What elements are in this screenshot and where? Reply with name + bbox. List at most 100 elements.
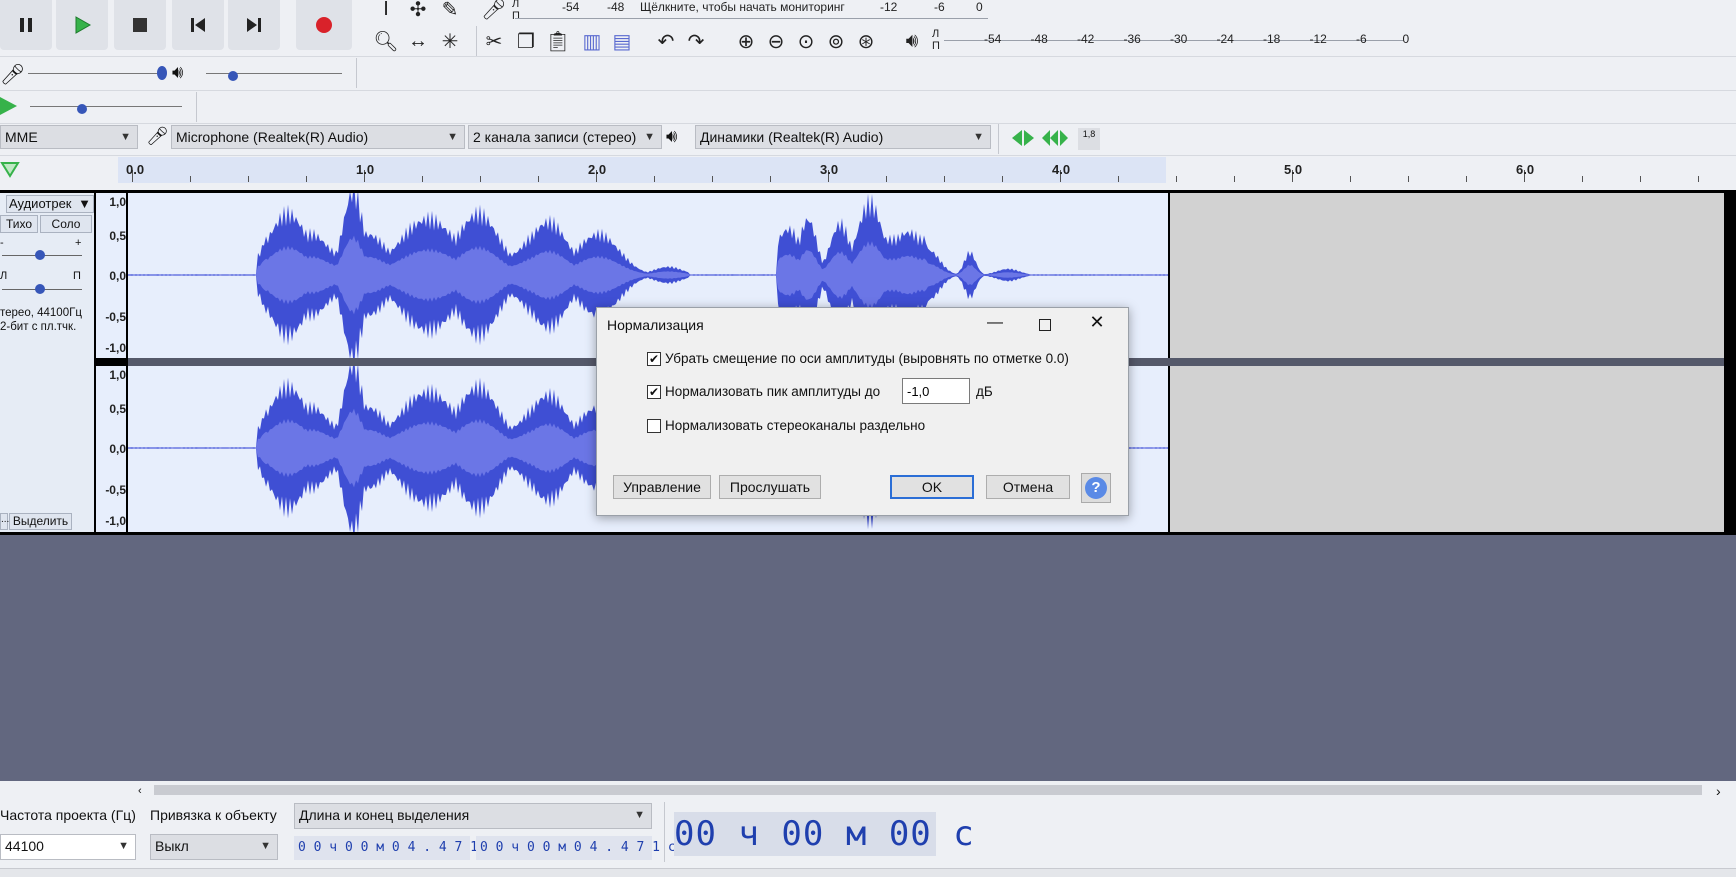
horizontal-scrollbar[interactable]: ‹ › xyxy=(0,781,1736,799)
multi-tool-button[interactable]: ✳ xyxy=(436,26,464,56)
play-button[interactable] xyxy=(56,0,108,50)
play-at-speed-button[interactable] xyxy=(0,96,18,119)
playback-volume-thumb[interactable] xyxy=(228,71,238,81)
skip-to-start-button[interactable] xyxy=(172,0,224,50)
audio-position-time[interactable]: 00 ч 00 м 00 с xyxy=(674,812,974,856)
collapse-button[interactable]: ... xyxy=(0,513,9,530)
playback-device-value: Динамики (Realtek(R) Audio) xyxy=(700,129,884,145)
selection-tool-button[interactable]: I xyxy=(372,0,400,24)
select-track-button[interactable]: Выделить xyxy=(9,513,72,530)
double-arrow-icon: ↔ xyxy=(408,29,428,52)
normalize-dialog: Нормализация — ✕ ✔ Убрать смещение по ос… xyxy=(596,307,1129,516)
record-volume-slider[interactable] xyxy=(28,73,164,74)
amplitude-scale-right: 1,0 0,5 0,0 -0,5 -1,0 xyxy=(96,366,126,532)
stop-button[interactable] xyxy=(114,0,166,50)
project-rate-select[interactable]: 44100 ▼ xyxy=(0,834,136,860)
playback-volume-slider[interactable] xyxy=(206,73,342,74)
ruler-label: 6.0 xyxy=(1516,162,1535,177)
cut-button[interactable]: ✂ xyxy=(480,26,508,56)
remove-dc-checkbox[interactable]: ✔ xyxy=(647,352,661,366)
solo-label: Соло xyxy=(51,217,81,231)
paste-button[interactable]: 📋︎ xyxy=(544,26,572,56)
y-label: 0,0 xyxy=(109,442,126,456)
close-button[interactable]: ✕ xyxy=(1085,312,1109,334)
ruler-tick xyxy=(1640,176,1641,182)
fit-selection-button[interactable]: ⊙ xyxy=(792,26,820,56)
ruler-label: 1.0 xyxy=(356,162,375,177)
timeshift-tool-button[interactable]: ↔ xyxy=(404,26,432,56)
maximize-button[interactable] xyxy=(1033,314,1057,334)
chevron-down-icon: ▼ xyxy=(634,809,645,821)
solo-button[interactable]: Соло xyxy=(40,215,92,233)
zoom-toggle-button[interactable]: ⊛ xyxy=(852,26,880,56)
recording-device-select[interactable]: Microphone (Realtek(R) Audio) ▼ xyxy=(171,125,465,149)
pause-button[interactable] xyxy=(0,0,52,50)
scroll-left-icon[interactable]: ‹ xyxy=(138,785,142,797)
chevron-down-icon: ▼ xyxy=(644,131,655,143)
record-volume-thumb[interactable] xyxy=(157,66,167,80)
selection-start-time[interactable]: 0 0 ч 0 0 м 0 4 . 4 7 1 с xyxy=(294,836,494,860)
play-icon xyxy=(0,97,17,115)
chevron-down-icon: ▼ xyxy=(973,131,984,143)
play-at-speed-once-button[interactable] xyxy=(1012,128,1072,151)
pan-slider-thumb[interactable] xyxy=(35,284,45,294)
silence-button[interactable]: ▤ xyxy=(608,26,636,56)
mute-button[interactable]: Тихо xyxy=(0,215,38,233)
microphone-icon: 🎤︎ xyxy=(481,0,507,21)
skip-to-end-button[interactable] xyxy=(228,0,280,50)
record-button[interactable] xyxy=(296,0,352,50)
draw-tool-button[interactable]: ✎ xyxy=(436,0,464,24)
cancel-button[interactable]: Отмена xyxy=(986,475,1070,499)
maximize-icon xyxy=(1039,319,1051,331)
fit-project-button[interactable]: ⊚ xyxy=(822,26,850,56)
selection-end-time[interactable]: 0 0 ч 0 0 м 0 4 . 4 7 1 с xyxy=(476,836,676,860)
play-speed-slider[interactable] xyxy=(30,106,182,107)
y-label: 0,0 xyxy=(109,269,126,283)
audio-host-select[interactable]: MME ▼ xyxy=(0,125,138,149)
pan-left-label: Л xyxy=(0,270,8,282)
preview-button[interactable]: Прослушать xyxy=(719,475,821,499)
track-menu-button[interactable]: Аудиотрек ▼ xyxy=(6,195,94,213)
speed-display[interactable]: 1,8 xyxy=(1078,128,1100,150)
recording-channels-select[interactable]: 2 канала записи (стерео) ▼ xyxy=(468,125,662,149)
playback-meter-button[interactable]: 🔊︎ xyxy=(898,26,926,56)
project-rate-value: 44100 xyxy=(5,838,44,854)
ruler-tick xyxy=(1698,176,1699,182)
play-speed-thumb[interactable] xyxy=(77,104,87,114)
scrollbar-thumb[interactable] xyxy=(154,785,1702,795)
stereo-independent-checkbox[interactable] xyxy=(647,419,661,433)
y-label: 0,5 xyxy=(109,402,126,416)
manage-button[interactable]: Управление xyxy=(613,475,711,499)
scroll-right-icon[interactable]: › xyxy=(1716,783,1721,799)
zoom-tool-button[interactable]: 🔍︎ xyxy=(372,26,400,56)
zoom-out-button[interactable]: ⊖ xyxy=(762,26,790,56)
manage-label: Управление xyxy=(623,479,701,495)
envelope-tool-button[interactable]: ✣ xyxy=(404,0,432,24)
peak-amplitude-input[interactable] xyxy=(902,378,970,404)
gain-slider-thumb[interactable] xyxy=(35,250,45,260)
ok-button[interactable]: OK xyxy=(890,475,974,499)
zoom-in-button[interactable]: ⊕ xyxy=(732,26,760,56)
hours-value: 00 xyxy=(674,814,717,854)
record-meter-bar[interactable] xyxy=(515,18,988,19)
snap-to-select[interactable]: Выкл ▼ xyxy=(150,834,278,860)
preview-label: Прослушать xyxy=(729,479,811,495)
minimize-button[interactable]: — xyxy=(983,314,1007,334)
normalize-peak-checkbox[interactable]: ✔ xyxy=(647,385,661,399)
mute-label: Тихо xyxy=(5,217,33,231)
undo-button[interactable]: ↶ xyxy=(652,26,680,56)
record-meter-hint[interactable]: Щёлкните, чтобы начать мониторинг xyxy=(640,0,845,14)
chevron-down-icon: ▼ xyxy=(120,131,131,143)
playback-device-select[interactable]: Динамики (Realtek(R) Audio) ▼ xyxy=(695,125,991,149)
ruler-tick xyxy=(770,176,771,182)
redo-button[interactable]: ↷ xyxy=(682,26,710,56)
track-sample-format-info: 2-бит с пл.тчк. xyxy=(0,321,77,333)
stereo-independent-label: Нормализовать стереоканалы раздельно xyxy=(665,418,926,433)
trim-button[interactable]: ▥ xyxy=(578,26,606,56)
record-meter-button[interactable]: 🎤︎ xyxy=(480,0,508,24)
undo-icon: ↶ xyxy=(657,30,675,53)
copy-button[interactable]: ❐ xyxy=(512,26,540,56)
help-button[interactable]: ? xyxy=(1081,473,1111,503)
selection-mode-select[interactable]: Длина и конец выделения ▼ xyxy=(294,803,652,829)
timeline-options-button[interactable] xyxy=(0,160,20,181)
